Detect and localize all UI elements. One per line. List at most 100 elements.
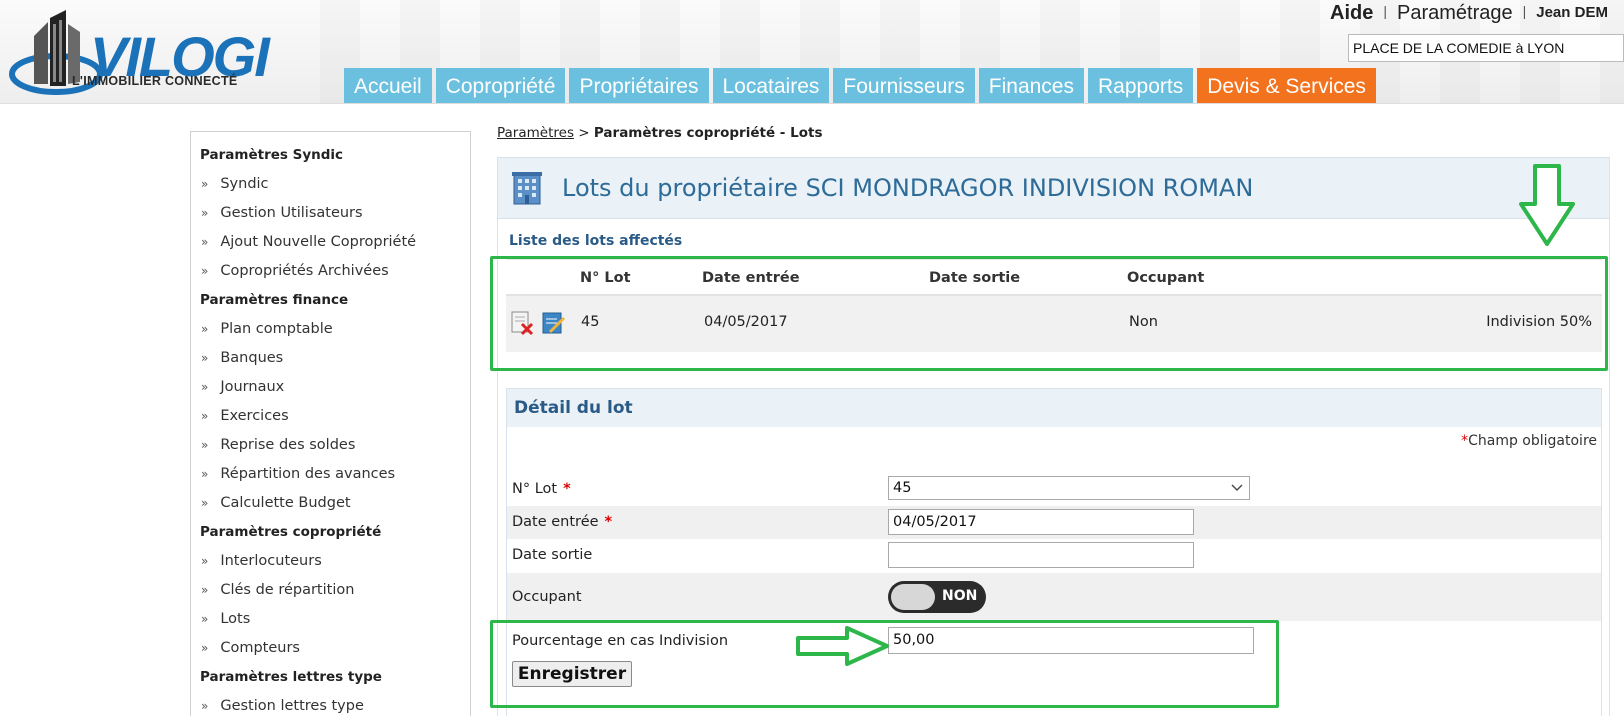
double-chevron-icon: »: [201, 467, 209, 481]
nav-devis-services[interactable]: Devis & Services: [1197, 68, 1376, 103]
required-star: *: [604, 514, 613, 530]
lots-list-title: Liste des lots affectés: [509, 233, 683, 249]
sidebar-item[interactable]: » Banques: [191, 344, 470, 373]
toggle-state: NON: [942, 588, 978, 604]
sidebar-item[interactable]: » Plan comptable: [191, 315, 470, 344]
double-chevron-icon: »: [201, 699, 209, 713]
sidebar-section-title: Paramètres lettres type: [200, 669, 382, 685]
double-chevron-icon: »: [201, 351, 209, 365]
sidebar-item[interactable]: » Ajout Nouvelle Copropriété: [191, 228, 470, 257]
sidebar-item[interactable]: » Copropriétés Archivées: [191, 257, 470, 286]
copropriete-selector[interactable]: PLACE DE LA COMEDIE à LYON: [1348, 34, 1624, 62]
double-chevron-icon: »: [201, 264, 209, 278]
nav-locataires[interactable]: Locataires: [712, 68, 830, 103]
sidebar-item[interactable]: » Gestion Utilisateurs: [191, 199, 470, 228]
sidebar-item[interactable]: » Lots: [191, 605, 470, 634]
double-chevron-icon: »: [201, 380, 209, 394]
occupant-label: Occupant: [512, 589, 582, 605]
form-row-lot: N° Lot * 45: [507, 473, 1601, 505]
settings-sidebar: Paramètres Syndic » Syndic » Gestion Utilisa…: [190, 131, 471, 716]
date-in-label: Date entrée *: [512, 514, 612, 530]
main-nav: Accueil Copropriété Propriétaires Locata…: [344, 68, 1380, 103]
lot-label: N° Lot *: [512, 481, 571, 497]
chevron-down-icon: [1231, 484, 1243, 491]
double-chevron-icon: »: [201, 235, 209, 249]
panel-header: Lots du propriétaire SCI MONDRAGOR INDIV…: [498, 158, 1609, 219]
lot-select-value: 45: [893, 480, 912, 496]
sidebar-item[interactable]: » Calculette Budget: [191, 489, 470, 518]
nav-fournisseurs[interactable]: Fournisseurs: [833, 68, 975, 103]
date-in-label-text: Date entrée: [512, 514, 599, 530]
required-star: *: [563, 481, 571, 497]
sidebar-section-title: Paramètres Syndic: [200, 147, 344, 163]
occupant-toggle[interactable]: NON: [888, 581, 986, 613]
toggle-knob: [891, 584, 935, 610]
sidebar-item[interactable]: » Syndic: [191, 170, 470, 199]
sidebar-item-label: Plan comptable: [220, 321, 333, 337]
double-chevron-icon: »: [201, 177, 209, 191]
sidebar-item-label: Copropriétés Archivées: [220, 263, 389, 279]
sidebar-item[interactable]: » Compteurs: [191, 634, 470, 663]
vilogi-logo[interactable]: VILOGI L'IMMOBILIER CONNECTÉ: [8, 6, 328, 102]
right-arrow-icon: [796, 626, 889, 666]
nav-copropriete[interactable]: Copropriété: [435, 68, 566, 103]
double-chevron-icon: »: [201, 438, 209, 452]
sidebar-item-label: Exercices: [220, 408, 289, 424]
nav-accueil[interactable]: Accueil: [344, 68, 432, 103]
required-note-text: Champ obligatoire: [1468, 433, 1597, 449]
sidebar-section-title: Paramètres copropriété: [200, 524, 382, 540]
sidebar-item[interactable]: » Reprise des soldes: [191, 431, 470, 460]
sidebar-item-label: Banques: [220, 350, 284, 366]
nav-finances[interactable]: Finances: [978, 68, 1084, 103]
sidebar-item[interactable]: » Gestion lettres type: [191, 692, 470, 716]
top-separator: |: [1383, 3, 1387, 19]
breadcrumb-current: Paramètres copropriété - Lots: [593, 125, 823, 141]
user-name[interactable]: Jean DEM: [1536, 4, 1608, 21]
breadcrumb-parent[interactable]: Paramètres: [497, 125, 574, 141]
nav-rapports[interactable]: Rapports: [1088, 68, 1194, 103]
double-chevron-icon: »: [201, 612, 209, 626]
breadcrumb: Paramètres > Paramètres copropriété - Lo…: [497, 125, 822, 141]
sidebar-item-label: Clés de répartition: [220, 582, 355, 598]
panel-title: Lots du propriétaire SCI MONDRAGOR INDIV…: [562, 174, 1254, 202]
double-chevron-icon: »: [201, 409, 209, 423]
detail-title: Détail du lot: [507, 389, 1601, 427]
form-row-date-in: Date entrée * 04/05/2017: [507, 506, 1601, 539]
building-icon: [512, 172, 542, 205]
form-row-occupant: Occupant NON: [507, 573, 1601, 621]
double-chevron-icon: »: [201, 496, 209, 510]
sidebar-item[interactable]: » Interlocuteurs: [191, 547, 470, 576]
top-links: Aide | Paramétrage | Jean DEM: [1330, 2, 1608, 26]
date-out-label: Date sortie: [512, 547, 593, 563]
required-note: *Champ obligatoire: [1461, 433, 1597, 449]
date-in-input[interactable]: 04/05/2017: [888, 509, 1194, 535]
sidebar-section-title: Paramètres finance: [200, 292, 349, 308]
date-out-input[interactable]: [888, 542, 1194, 568]
settings-link[interactable]: Paramétrage: [1397, 2, 1513, 24]
double-chevron-icon: »: [201, 206, 209, 220]
brand-tagline: L'IMMOBILIER CONNECTÉ: [72, 74, 238, 88]
double-chevron-icon: »: [201, 583, 209, 597]
sidebar-item-label: Journaux: [220, 379, 285, 395]
sidebar-item-label: Reprise des soldes: [220, 437, 356, 453]
sidebar-item[interactable]: » Exercices: [191, 402, 470, 431]
sidebar-item[interactable]: » Clés de répartition: [191, 576, 470, 605]
form-row-date-out: Date sortie: [507, 539, 1601, 573]
top-separator: |: [1522, 3, 1527, 19]
sidebar-item[interactable]: » Journaux: [191, 373, 470, 402]
double-chevron-icon: »: [201, 641, 209, 655]
header: VILOGI L'IMMOBILIER CONNECTÉ Aide | Paramé…: [0, 0, 1624, 104]
help-link[interactable]: Aide: [1330, 2, 1373, 24]
sidebar-item[interactable]: » Répartition des avances: [191, 460, 470, 489]
sidebar-item-label: Gestion lettres type: [220, 698, 364, 714]
sidebar-item-label: Répartition des avances: [220, 466, 396, 482]
lot-select[interactable]: 45: [888, 476, 1250, 500]
sidebar-item-label: Gestion Utilisateurs: [220, 205, 363, 221]
annotation-box-lots: [490, 256, 1608, 371]
double-chevron-icon: »: [201, 554, 209, 568]
sidebar-item-label: Lots: [220, 611, 251, 627]
sidebar-item-label: Ajout Nouvelle Copropriété: [220, 234, 417, 250]
nav-proprietaires[interactable]: Propriétaires: [569, 68, 709, 103]
sidebar-item-label: Compteurs: [220, 640, 300, 656]
sidebar-item-label: Syndic: [220, 176, 269, 192]
